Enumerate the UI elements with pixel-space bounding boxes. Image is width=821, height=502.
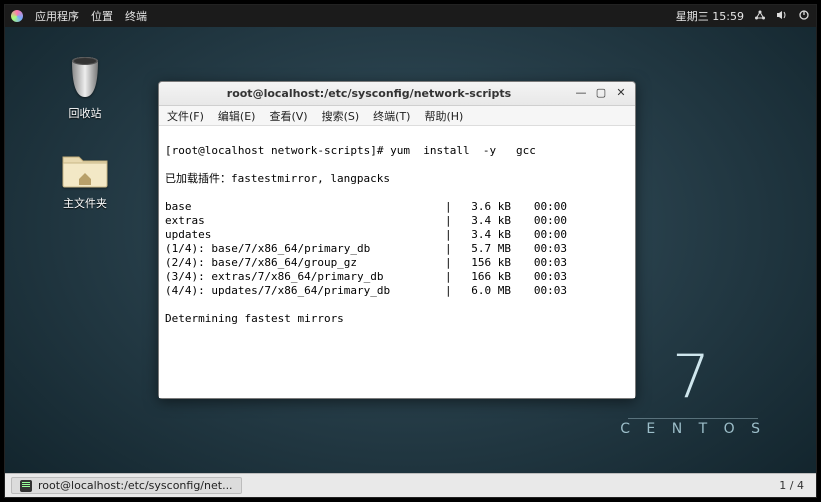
term-row: extras|3.4 kB00:00 xyxy=(165,214,629,228)
trash-icon[interactable]: 回收站 xyxy=(65,53,105,121)
term-row: (2/4): base/7/x86_64/group_gz|156 kB00:0… xyxy=(165,256,629,270)
maximize-button[interactable]: ▢ xyxy=(593,87,609,101)
network-icon[interactable] xyxy=(754,9,766,24)
menu-places[interactable]: 位置 xyxy=(91,8,113,24)
close-button[interactable]: ✕ xyxy=(613,87,629,101)
terminal-output[interactable]: [root@localhost network-scripts]# yum in… xyxy=(159,126,635,398)
terminal-window[interactable]: root@localhost:/etc/sysconfig/network-sc… xyxy=(158,81,636,399)
menu-applications[interactable]: 应用程序 xyxy=(35,8,79,24)
menubar: 文件(F) 编辑(E) 查看(V) 搜索(S) 终端(T) 帮助(H) xyxy=(159,106,635,126)
term-row: (4/4): updates/7/x86_64/primary_db|6.0 M… xyxy=(165,284,629,298)
term-plugins: 已加载插件：fastestmirror, langpacks xyxy=(165,172,629,186)
menu-search[interactable]: 搜索(S) xyxy=(322,108,360,124)
minimize-button[interactable]: — xyxy=(573,87,589,101)
menu-view[interactable]: 查看(V) xyxy=(269,108,307,124)
taskbar-item-label: root@localhost:/etc/sysconfig/net... xyxy=(38,479,233,492)
term-row: updates|3.4 kB00:00 xyxy=(165,228,629,242)
term-footer: Determining fastest mirrors xyxy=(165,312,629,326)
workspace-indicator[interactable]: 1 / 4 xyxy=(773,479,810,492)
activities-icon[interactable] xyxy=(11,10,23,22)
power-icon[interactable] xyxy=(798,9,810,24)
top-panel: 应用程序 位置 终端 星期三 15:59 xyxy=(5,5,816,27)
menu-terminal[interactable]: 终端 xyxy=(125,8,147,24)
titlebar[interactable]: root@localhost:/etc/sysconfig/network-sc… xyxy=(159,82,635,106)
taskbar-item-terminal[interactable]: root@localhost:/etc/sysconfig/net... xyxy=(11,477,242,494)
term-prompt: [root@localhost network-scripts]# yum in… xyxy=(165,144,629,158)
trash-label: 回收站 xyxy=(69,105,102,121)
term-row: (1/4): base/7/x86_64/primary_db|5.7 MB00… xyxy=(165,242,629,256)
menu-file[interactable]: 文件(F) xyxy=(167,108,204,124)
clock: 星期三 15:59 xyxy=(676,8,744,24)
centos-brand: 7 C E N T O S xyxy=(620,342,766,437)
home-label: 主文件夹 xyxy=(63,195,107,211)
term-row: base|3.6 kB00:00 xyxy=(165,200,629,214)
terminal-icon xyxy=(20,480,32,492)
menu-help[interactable]: 帮助(H) xyxy=(424,108,463,124)
term-row: (3/4): extras/7/x86_64/primary_db|166 kB… xyxy=(165,270,629,284)
menu-terminal[interactable]: 终端(T) xyxy=(373,108,410,124)
volume-icon[interactable] xyxy=(776,9,788,24)
desktop-icons: 回收站 主文件夹 xyxy=(61,53,109,211)
brand-name: C E N T O S xyxy=(620,421,766,437)
menu-edit[interactable]: 编辑(E) xyxy=(218,108,256,124)
desktop: 应用程序 位置 终端 星期三 15:59 回收站 xyxy=(4,4,817,498)
home-folder-icon[interactable]: 主文件夹 xyxy=(61,149,109,211)
window-title: root@localhost:/etc/sysconfig/network-sc… xyxy=(165,87,573,100)
bottom-taskbar: root@localhost:/etc/sysconfig/net... 1 /… xyxy=(5,473,816,497)
brand-version: 7 xyxy=(620,342,766,412)
